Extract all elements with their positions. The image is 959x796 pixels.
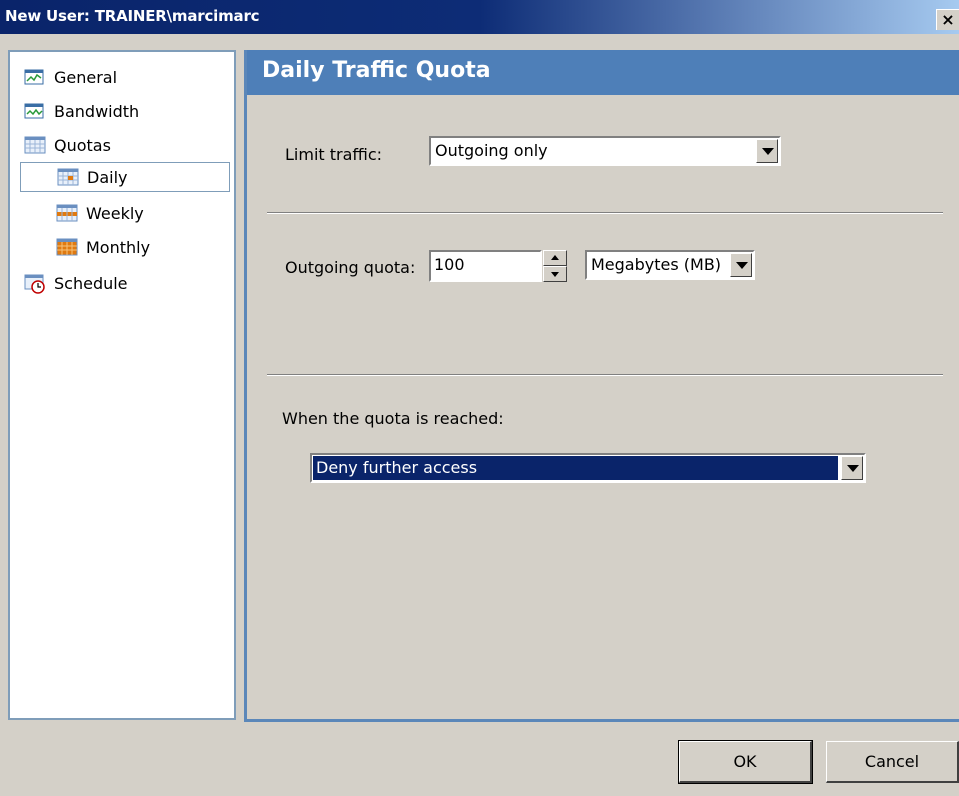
quota-increment-button[interactable] [543, 250, 567, 266]
quota-unit-value: Megabytes (MB) [591, 255, 722, 274]
chevron-down-icon[interactable] [730, 253, 752, 277]
tree-item-label: Monthly [86, 237, 151, 257]
window-title: New User: TRAINER\marcimarc [5, 7, 260, 25]
schedule-clock-icon [24, 274, 46, 294]
calendar-month-icon [56, 238, 78, 256]
limit-traffic-label: Limit traffic: [285, 145, 383, 164]
chevron-down-icon[interactable] [841, 456, 863, 480]
quota-unit-dropdown[interactable]: Megabytes (MB) [585, 250, 755, 280]
tree-item-label: Schedule [54, 273, 128, 293]
tree-item-label: Daily [87, 167, 128, 187]
tree-item-label: Quotas [54, 135, 111, 155]
when-reached-label: When the quota is reached: [282, 409, 504, 428]
limit-traffic-dropdown[interactable]: Outgoing only [429, 136, 781, 166]
calendar-week-icon [56, 204, 78, 222]
tree-item-monthly[interactable]: Monthly [56, 232, 150, 262]
limit-traffic-value: Outgoing only [435, 141, 548, 160]
tree-item-label: Bandwidth [54, 101, 140, 121]
calendar-day-icon [57, 168, 79, 186]
quota-action-dropdown[interactable]: Deny further access [310, 453, 866, 483]
tree-item-daily[interactable]: Daily [20, 162, 230, 192]
title-bar: New User: TRAINER\marcimarc × [0, 0, 959, 34]
navigation-tree: General Bandwidth Quotas Daily Weekly Mo… [8, 50, 236, 720]
tree-item-general[interactable]: General [24, 62, 117, 92]
quota-action-value: Deny further access [316, 458, 478, 477]
outgoing-quota-value: 100 [434, 255, 465, 274]
outgoing-quota-input[interactable]: 100 [429, 250, 542, 282]
calendar-icon [24, 136, 46, 154]
quota-settings-panel: Daily Traffic Quota Limit traffic: Outgo… [244, 50, 959, 722]
close-button[interactable]: × [936, 9, 959, 30]
tree-item-quotas[interactable]: Quotas [24, 130, 111, 160]
tree-item-label: General [54, 67, 118, 87]
cancel-button[interactable]: Cancel [826, 741, 959, 783]
tree-item-label: Weekly [86, 203, 144, 223]
outgoing-quota-label: Outgoing quota: [285, 258, 416, 277]
bandwidth-icon [24, 102, 46, 120]
separator [267, 212, 943, 214]
separator [267, 374, 943, 376]
chevron-down-icon[interactable] [756, 139, 778, 163]
quota-decrement-button[interactable] [543, 266, 567, 282]
general-icon [24, 68, 46, 86]
panel-title: Daily Traffic Quota [262, 58, 491, 83]
tree-item-bandwidth[interactable]: Bandwidth [24, 96, 139, 126]
panel-header: Daily Traffic Quota [247, 50, 959, 95]
ok-button[interactable]: OK [678, 740, 813, 784]
tree-item-schedule[interactable]: Schedule [24, 268, 128, 298]
tree-item-weekly[interactable]: Weekly [56, 198, 144, 228]
